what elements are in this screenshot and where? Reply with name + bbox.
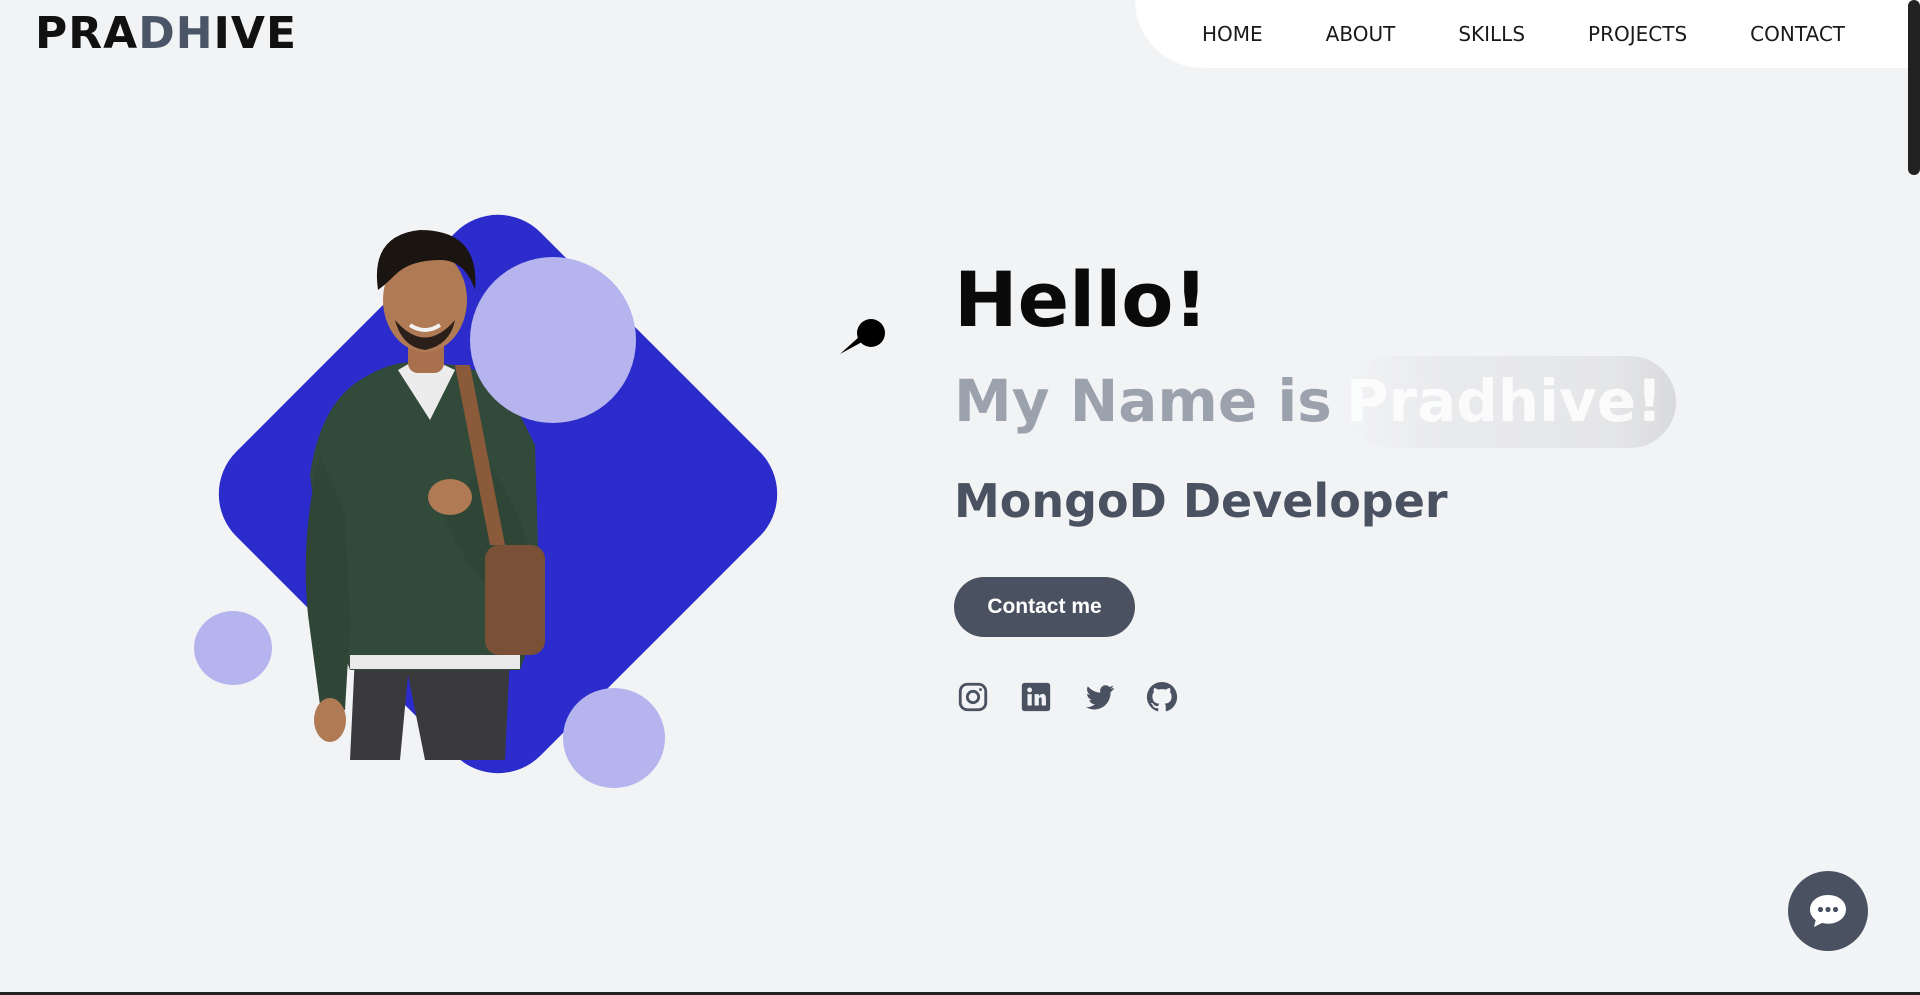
decor-circle-small-left [194, 611, 272, 685]
scrollbar-thumb[interactable] [1908, 0, 1920, 175]
hero-greeting: Hello! [954, 255, 1209, 344]
hero-role: MongoD Developer [954, 474, 1448, 528]
github-icon[interactable] [1143, 678, 1180, 715]
logo-part-1: PRA [35, 8, 139, 59]
nav-projects[interactable]: PROJECTS [1588, 22, 1687, 46]
site-logo[interactable]: PRADHIVE [35, 8, 297, 59]
nav-home[interactable]: HOME [1202, 22, 1263, 46]
twitter-icon[interactable] [1080, 678, 1117, 715]
instagram-icon[interactable] [954, 678, 991, 715]
hero-name-prefix: My Name is [954, 367, 1332, 435]
page: PRADHIVE HOME ABOUT SKILLS PROJECTS CONT… [0, 0, 1920, 995]
decor-circle-small-bottom [563, 688, 665, 788]
cursor-pin-icon [840, 319, 885, 354]
logo-part-3: IVE [213, 8, 298, 59]
chat-bubble-icon[interactable] [1788, 871, 1868, 951]
decor-circle-large [470, 257, 636, 423]
nav-contact[interactable]: CONTACT [1750, 22, 1845, 46]
contact-me-button[interactable]: Contact me [954, 577, 1135, 637]
nav-about[interactable]: ABOUT [1326, 22, 1396, 46]
main-nav: HOME ABOUT SKILLS PROJECTS CONTACT [1135, 0, 1920, 68]
logo-part-2: DH [138, 8, 214, 59]
hero-name-typed: Pradhive! [1346, 367, 1663, 435]
scrollbar[interactable] [1908, 0, 1920, 995]
linkedin-icon[interactable] [1017, 678, 1054, 715]
nav-skills[interactable]: SKILLS [1458, 22, 1525, 46]
social-links [954, 678, 1180, 715]
